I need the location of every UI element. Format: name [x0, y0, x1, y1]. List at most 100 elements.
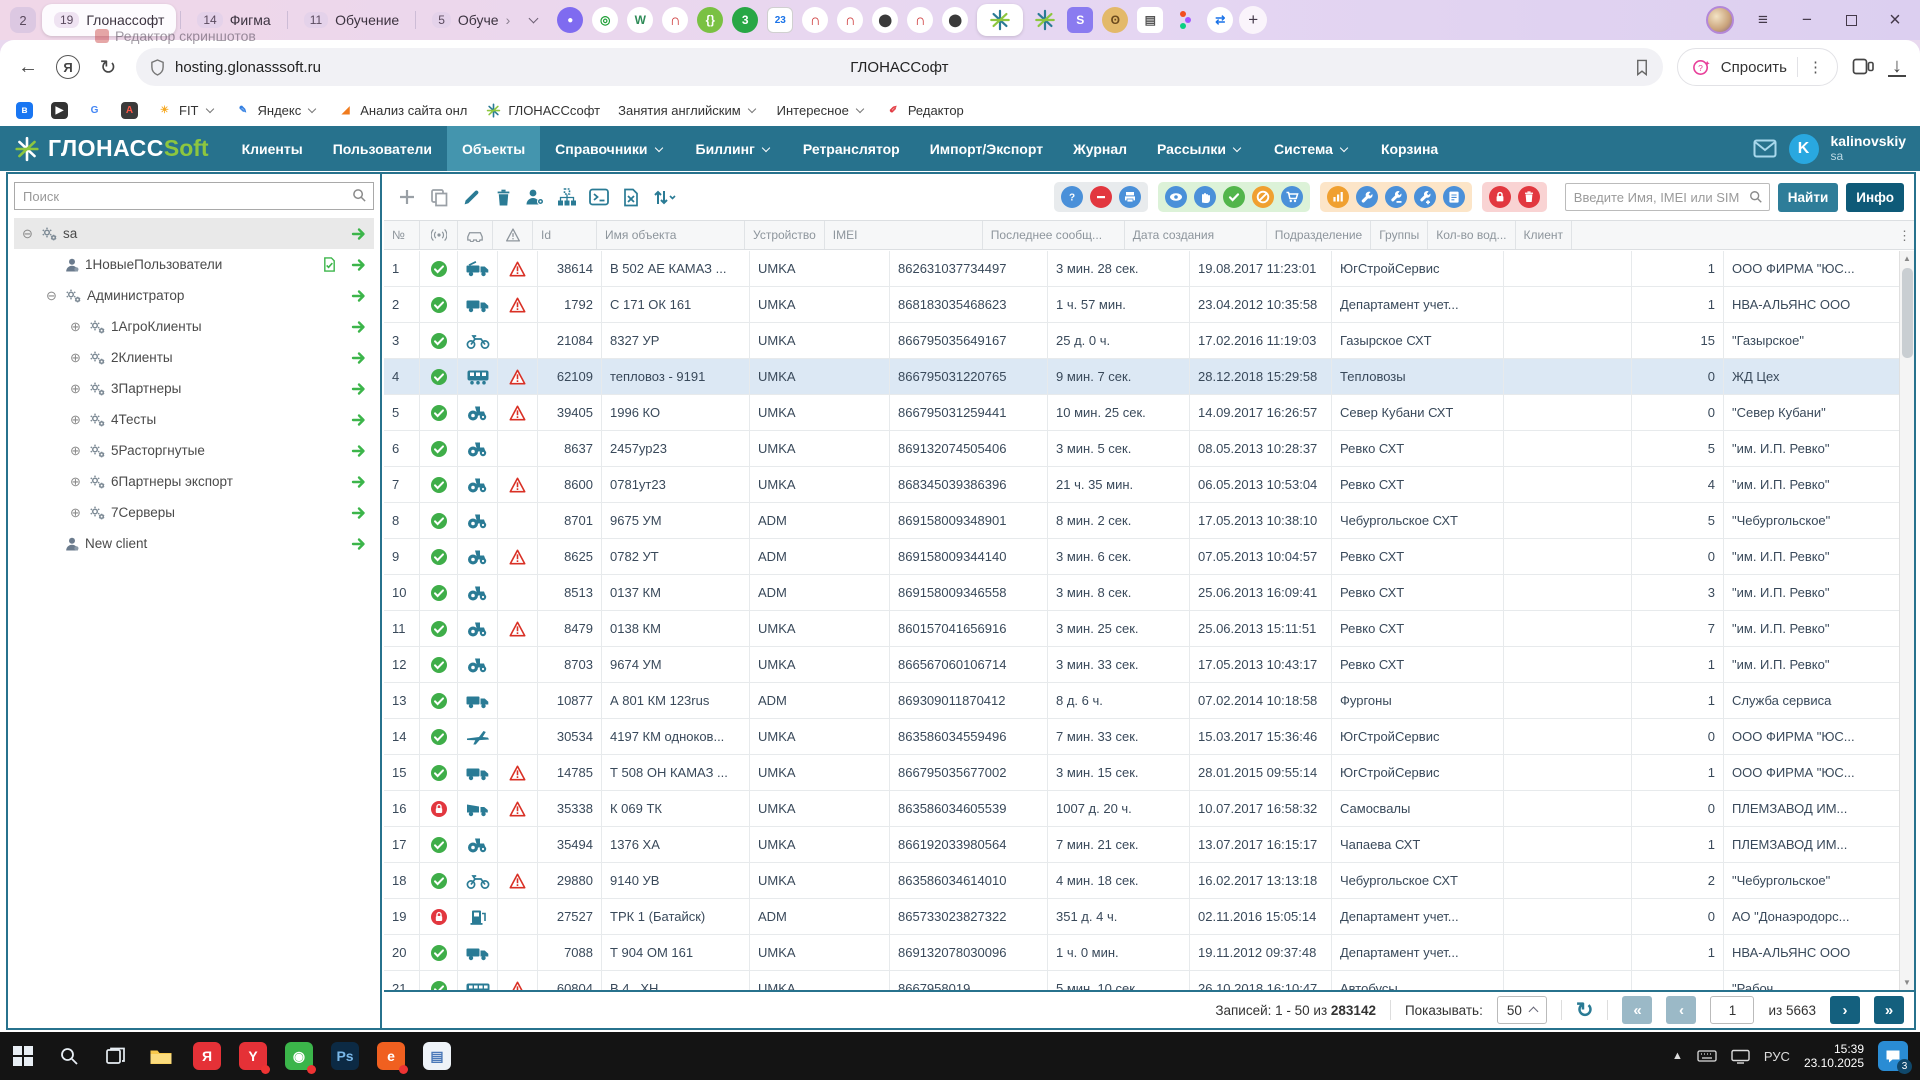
pinned-tab-purple-shield[interactable]: S [1067, 7, 1093, 33]
browser-profile-avatar[interactable] [1706, 6, 1734, 34]
info-button[interactable]: Инфо [1846, 183, 1904, 212]
taskbar-notepad[interactable]: ▤ [414, 1032, 460, 1080]
bookmark-анализ-сайта-онл[interactable]: ◢Анализ сайта онл [337, 102, 467, 119]
excel-icon[interactable] [618, 185, 644, 209]
tree-item-7серверы[interactable]: ⊕7Серверы [14, 497, 374, 528]
help-icon[interactable]: ? [1061, 186, 1083, 208]
nav-item-система[interactable]: Система [1259, 126, 1366, 171]
pinned-tab-figma[interactable] [1172, 7, 1198, 33]
column-header-status[interactable] [420, 221, 458, 249]
nav-item-биллинг[interactable]: Биллинг [681, 126, 788, 171]
expander-plus-icon[interactable]: ⊕ [68, 381, 83, 397]
block-icon[interactable] [1489, 186, 1511, 208]
table-row[interactable]: 1514785Т 508 ОН КАМАЗ ...UMKA86679503567… [384, 755, 1914, 791]
column-header-name[interactable]: Имя объекта [597, 221, 745, 249]
bookmark-редактор[interactable]: ✐Редактор [885, 102, 964, 119]
window-restore-button[interactable] [1836, 5, 1866, 35]
table-row[interactable]: 1287039674 УМUMKA8665670601067143 мин. 3… [384, 647, 1914, 683]
bookmark-fit[interactable]: ☀FIT [156, 102, 217, 119]
send-device-icon[interactable] [1119, 186, 1141, 208]
nav-item-рассылки[interactable]: Рассылки [1142, 126, 1259, 171]
pinned-tab-wiki-green[interactable]: W [627, 7, 653, 33]
pinned-tab-red-arc[interactable]: ∩ [837, 7, 863, 33]
tree-search-input[interactable] [14, 182, 374, 210]
table-row[interactable]: 3210848327 УРUMKA86679503564916725 д. 0 … [384, 323, 1914, 359]
taskbar-green-app[interactable]: ◉ [276, 1032, 322, 1080]
column-header-groups[interactable]: Группы [1371, 221, 1428, 249]
keyboard-icon[interactable] [1697, 1049, 1717, 1063]
tree-item-2клиенты[interactable]: ⊕2Клиенты [14, 342, 374, 373]
edit-icon[interactable] [458, 185, 484, 209]
scroll-down-icon[interactable]: ▼ [1900, 975, 1914, 990]
bookmark-flag-icon[interactable] [1635, 59, 1649, 76]
arrow-icon[interactable] [351, 226, 368, 242]
pinned-tab-glonass-snowflake[interactable] [977, 4, 1023, 36]
table-row[interactable]: 986250782 УТADM8691580093441403 мин. 6 с… [384, 539, 1914, 575]
ask-ai-button[interactable]: ? Спросить ⋮ [1677, 48, 1838, 86]
taskbar-clock[interactable]: 15:39 23.10.2025 [1804, 1042, 1864, 1070]
column-header-n[interactable]: № [384, 221, 420, 249]
side-panels-icon[interactable] [1852, 57, 1874, 77]
reload-button[interactable]: ↻ [94, 55, 122, 80]
tree-item-3партнеры[interactable]: ⊕3Партнеры [14, 373, 374, 404]
expander-plus-icon[interactable]: ⊕ [68, 350, 83, 366]
taskbar-yandex-browser[interactable]: Y [230, 1032, 276, 1080]
tree-item-1агроклиенты[interactable]: ⊕1АгроКлиенты [14, 311, 374, 342]
import-export-icon[interactable] [650, 185, 676, 209]
table-row[interactable]: 14305344197 КМ одноков...UMKA86358603455… [384, 719, 1914, 755]
tree-item-sa[interactable]: ⊖sa [14, 218, 374, 249]
page-size-select[interactable]: 50 [1497, 996, 1547, 1024]
expander-plus-icon[interactable]: ⊕ [68, 412, 83, 428]
shield-icon[interactable] [150, 59, 165, 76]
user-settings-icon[interactable] [522, 185, 548, 209]
column-menu-icon[interactable]: ⋮ [1898, 228, 1911, 244]
window-close-button[interactable]: × [1880, 5, 1910, 35]
pinned-tab-document[interactable]: ▤ [1137, 7, 1163, 33]
table-row[interactable]: 2160804В 4.. ХНUMKA8667958019...5 мин. 1… [384, 971, 1914, 990]
delete-objects-icon[interactable] [1518, 186, 1540, 208]
taskbar-search[interactable] [46, 1032, 92, 1080]
nav-item-ретранслятор[interactable]: Ретранслятор [788, 126, 915, 171]
last-page-button[interactable]: » [1874, 996, 1904, 1024]
column-header-vehicle[interactable] [458, 221, 493, 249]
bookmark-google[interactable]: G [86, 102, 103, 119]
table-scrollbar[interactable]: ▲ ▼ [1899, 251, 1914, 990]
first-page-button[interactable]: « [1622, 996, 1652, 1024]
table-row[interactable]: 5394051996 КОUMKA86679503125944110 мин. … [384, 395, 1914, 431]
tray-expand-icon[interactable]: ▲ [1672, 1050, 1683, 1062]
table-row[interactable]: 17354941376 ХАUMKA8661920339805647 мин. … [384, 827, 1914, 863]
arrow-icon[interactable] [351, 381, 368, 397]
ask-menu-icon[interactable]: ⋮ [1808, 58, 1823, 76]
column-header-division[interactable]: Подразделение [1267, 221, 1371, 249]
pinned-tab-glonass-snowflake[interactable] [1032, 7, 1058, 33]
watch-icon[interactable] [1165, 186, 1187, 208]
mail-icon[interactable] [1753, 139, 1777, 158]
browser-tab-3[interactable]: 11Обучение [292, 4, 412, 36]
nav-item-пользователи[interactable]: Пользователи [318, 126, 447, 171]
table-row[interactable]: 1635338К 069 ТКUMKA8635860346055391007 д… [384, 791, 1914, 827]
column-header-created[interactable]: Дата создания [1125, 221, 1267, 249]
taskbar-task-view[interactable] [92, 1032, 138, 1080]
table-row[interactable]: 1085130137 КМADM8691580093465583 мин. 8 … [384, 575, 1914, 611]
column-header-id[interactable]: Id [533, 221, 597, 249]
table-row[interactable]: 786000781ут23UMKA86834503938639621 ч. 35… [384, 467, 1914, 503]
browser-tab-4[interactable]: 5Обуче› [420, 4, 522, 36]
taskbar-explorer-folder[interactable] [138, 1032, 184, 1080]
expander-minus-icon[interactable]: ⊖ [20, 226, 35, 242]
next-page-button[interactable]: › [1830, 996, 1860, 1024]
arrow-icon[interactable] [351, 505, 368, 521]
refresh-button[interactable]: ↻ [1576, 998, 1594, 1023]
bookmark-av-red[interactable]: A [121, 102, 138, 119]
arrow-icon[interactable] [351, 474, 368, 490]
taskbar-windows-start[interactable] [0, 1032, 46, 1080]
pinned-tab-three-green[interactable]: 3 [732, 7, 758, 33]
tree-item-6партнеры-экспорт[interactable]: ⊕6Партнеры экспорт [14, 466, 374, 497]
expander-plus-icon[interactable]: ⊕ [68, 319, 83, 335]
nav-item-журнал[interactable]: Журнал [1058, 126, 1142, 171]
language-indicator[interactable]: РУС [1764, 1049, 1790, 1064]
forbid-icon[interactable] [1252, 186, 1274, 208]
statistics-icon[interactable] [1327, 186, 1349, 208]
pinned-tab-red-arc[interactable]: ∩ [662, 7, 688, 33]
tasks-icon[interactable] [1443, 186, 1465, 208]
expander-plus-icon[interactable]: ⊕ [68, 443, 83, 459]
